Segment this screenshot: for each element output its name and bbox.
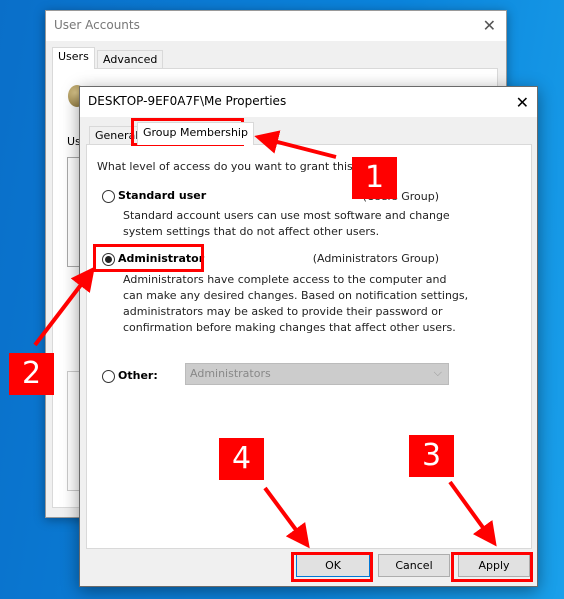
arrow-3 bbox=[448, 480, 497, 547]
annotation-arrows bbox=[33, 130, 497, 549]
arrow-2 bbox=[33, 266, 95, 347]
step-4-badge: 4 bbox=[219, 438, 264, 480]
tab-users[interactable]: Users bbox=[52, 47, 95, 69]
step-2-badge: 2 bbox=[9, 353, 54, 395]
step-1-badge: 1 bbox=[352, 157, 397, 199]
tab-group-membership[interactable]: Group Membership bbox=[137, 122, 254, 145]
step-3-badge: 3 bbox=[409, 435, 454, 477]
arrow-1 bbox=[254, 130, 337, 159]
arrow-4 bbox=[263, 486, 310, 549]
